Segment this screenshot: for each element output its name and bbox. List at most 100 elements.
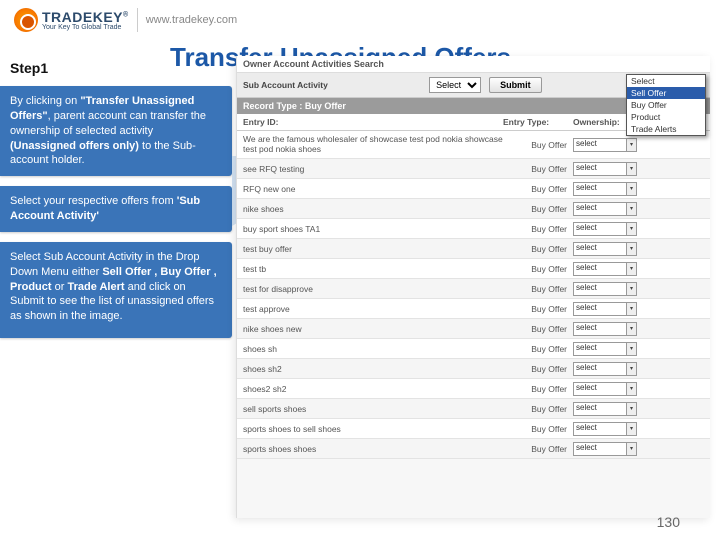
row-title: buy sport shoes TA1	[243, 224, 503, 234]
divider	[137, 8, 138, 32]
col-entry-id: Entry ID:	[243, 117, 503, 127]
callout-dropdown-instruction: Select Sub Account Activity in the Drop …	[0, 242, 232, 338]
table-row: shoes sh2Buy Offerselect▾	[237, 359, 710, 379]
sub-account-activity-label: Sub Account Activity	[243, 80, 328, 90]
row-type: Buy Offer	[503, 164, 573, 174]
row-title: shoes2 sh2	[243, 384, 503, 394]
table-row: test approveBuy Offerselect▾	[237, 299, 710, 319]
dropdown-option[interactable]: Buy Offer	[627, 99, 705, 111]
tradekey-logo: TRADEKEY® Your Key To Global Trade	[14, 8, 129, 32]
ownership-select[interactable]: select	[573, 422, 627, 436]
row-type: Buy Offer	[503, 244, 573, 254]
table-row: sports shoes to sell shoesBuy Offerselec…	[237, 419, 710, 439]
logo-mark-icon	[14, 8, 38, 32]
table-row: see RFQ testingBuy Offerselect▾	[237, 159, 710, 179]
chevron-down-icon[interactable]: ▾	[627, 362, 637, 376]
chevron-down-icon[interactable]: ▾	[627, 382, 637, 396]
ownership-select[interactable]: select	[573, 442, 627, 456]
ownership-select[interactable]: select	[573, 222, 627, 236]
row-title: shoes sh	[243, 344, 503, 354]
row-type: Buy Offer	[503, 344, 573, 354]
sub-account-activity-select[interactable]: Select	[429, 77, 481, 93]
row-title: test tb	[243, 264, 503, 274]
screenshot-header: Owner Account Activities Search	[237, 56, 710, 73]
ownership-select[interactable]: select	[573, 322, 627, 336]
ownership-select[interactable]: select	[573, 138, 627, 152]
row-type: Buy Offer	[503, 364, 573, 374]
table-row: sell sports shoesBuy Offerselect▾	[237, 399, 710, 419]
table-row: nike shoesBuy Offerselect▾	[237, 199, 710, 219]
chevron-down-icon[interactable]: ▾	[627, 262, 637, 276]
row-type: Buy Offer	[503, 224, 573, 234]
chevron-down-icon[interactable]: ▾	[627, 182, 637, 196]
table-row: buy sport shoes TA1Buy Offerselect▾	[237, 219, 710, 239]
row-title: sell sports shoes	[243, 404, 503, 414]
row-type: Buy Offer	[503, 264, 573, 274]
row-type: Buy Offer	[503, 284, 573, 294]
row-title: RFQ new one	[243, 184, 503, 194]
chevron-down-icon[interactable]: ▾	[627, 202, 637, 216]
page-number: 130	[657, 514, 680, 530]
ownership-select[interactable]: select	[573, 382, 627, 396]
row-type: Buy Offer	[503, 324, 573, 334]
activity-dropdown-open[interactable]: Select Sell Offer Buy Offer Product Trad…	[626, 74, 706, 136]
row-title: test buy offer	[243, 244, 503, 254]
ownership-select[interactable]: select	[573, 262, 627, 276]
dropdown-option[interactable]: Select	[627, 75, 705, 87]
chevron-down-icon[interactable]: ▾	[627, 402, 637, 416]
table-row: shoes2 sh2Buy Offerselect▾	[237, 379, 710, 399]
chevron-down-icon[interactable]: ▾	[627, 222, 637, 236]
filter-bar: Sub Account Activity Select Submit Total…	[237, 73, 710, 98]
ownership-select[interactable]: select	[573, 362, 627, 376]
row-title: test approve	[243, 304, 503, 314]
row-title: see RFQ testing	[243, 164, 503, 174]
dropdown-option[interactable]: Trade Alerts	[627, 123, 705, 135]
row-title: sports shoes to sell shoes	[243, 424, 503, 434]
row-title: test for disapprove	[243, 284, 503, 294]
chevron-down-icon[interactable]: ▾	[627, 302, 637, 316]
row-title: shoes sh2	[243, 364, 503, 374]
row-type: Buy Offer	[503, 404, 573, 414]
table-row: test buy offerBuy Offerselect▾	[237, 239, 710, 259]
callout-select-offers: Select your respective offers from 'Sub …	[0, 186, 232, 232]
table-row: sports shoes shoesBuy Offerselect▾	[237, 439, 710, 459]
row-title: We are the famous wholesaler of showcase…	[243, 135, 503, 154]
site-url: www.tradekey.com	[146, 14, 238, 26]
header: TRADEKEY® Your Key To Global Trade www.t…	[0, 0, 720, 36]
logo-text: TRADEKEY®	[42, 9, 129, 25]
col-entry-type: Entry Type:	[503, 117, 573, 127]
chevron-down-icon[interactable]: ▾	[627, 322, 637, 336]
ownership-select[interactable]: select	[573, 162, 627, 176]
callout-transfer-unassigned: By clicking on "Transfer Unassigned Offe…	[0, 86, 232, 176]
ownership-select[interactable]: select	[573, 202, 627, 216]
chevron-down-icon[interactable]: ▾	[627, 422, 637, 436]
chevron-down-icon[interactable]: ▾	[627, 242, 637, 256]
ownership-select[interactable]: select	[573, 302, 627, 316]
chevron-down-icon[interactable]: ▾	[627, 162, 637, 176]
ownership-select[interactable]: select	[573, 282, 627, 296]
logo-tagline: Your Key To Global Trade	[42, 24, 129, 31]
step-label: Step1	[10, 60, 48, 76]
chevron-down-icon[interactable]: ▾	[627, 442, 637, 456]
row-type: Buy Offer	[503, 384, 573, 394]
dropdown-option[interactable]: Product	[627, 111, 705, 123]
row-title: nike shoes new	[243, 324, 503, 334]
row-title: sports shoes shoes	[243, 444, 503, 454]
row-type: Buy Offer	[503, 424, 573, 434]
ownership-select[interactable]: select	[573, 242, 627, 256]
submit-button[interactable]: Submit	[489, 77, 542, 93]
ownership-select[interactable]: select	[573, 182, 627, 196]
dropdown-option[interactable]: Sell Offer	[627, 87, 705, 99]
row-type: Buy Offer	[503, 444, 573, 454]
row-type: Buy Offer	[503, 304, 573, 314]
table-row: shoes shBuy Offerselect▾	[237, 339, 710, 359]
table-body: We are the famous wholesaler of showcase…	[237, 131, 710, 459]
ownership-select[interactable]: select	[573, 402, 627, 416]
ownership-select[interactable]: select	[573, 342, 627, 356]
row-title: nike shoes	[243, 204, 503, 214]
table-row: test for disapproveBuy Offerselect▾	[237, 279, 710, 299]
chevron-down-icon[interactable]: ▾	[627, 138, 637, 152]
chevron-down-icon[interactable]: ▾	[627, 282, 637, 296]
row-type: Buy Offer	[503, 140, 573, 150]
chevron-down-icon[interactable]: ▾	[627, 342, 637, 356]
